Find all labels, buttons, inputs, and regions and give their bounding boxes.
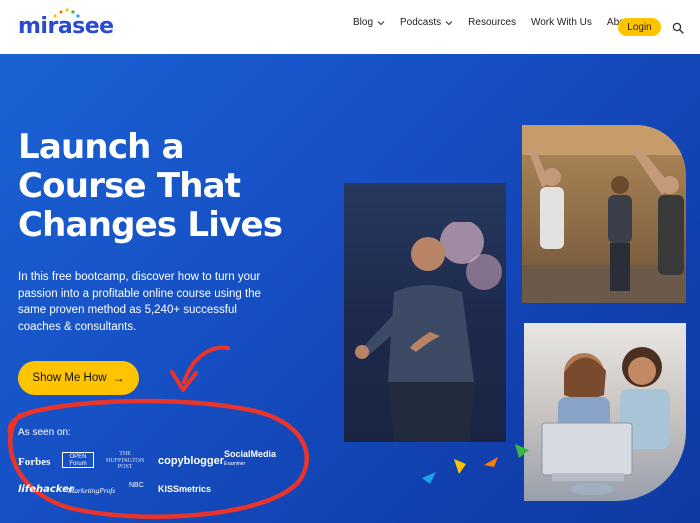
sme-sub: Examiner: [224, 461, 246, 467]
women-laptop-photo: [524, 323, 686, 501]
huff-line-3: POST: [117, 464, 133, 470]
audience-photo: [522, 125, 686, 303]
arrow-right-icon: →: [112, 371, 125, 385]
open-forum-top: OPEN: [69, 454, 87, 460]
headline-line-3: Changes Lives: [18, 205, 283, 245]
as-seen-on-heading: As seen on:: [18, 427, 71, 438]
mirasee-logo[interactable]: mirasee: [18, 8, 114, 39]
forbes-logo: Forbes: [18, 456, 51, 468]
speaker-photo: [344, 183, 506, 442]
nav-blog-label: Blog: [353, 17, 374, 28]
nav-podcasts[interactable]: Podcasts: [400, 17, 453, 28]
copyblogger-logo: copyblogger: [158, 455, 225, 467]
open-forum-bottom: Forum: [69, 461, 87, 467]
cta-label: Show Me How: [32, 372, 107, 384]
chevron-down-icon: [445, 20, 453, 25]
nav-blog[interactable]: Blog: [353, 17, 385, 28]
social-media-examiner-logo: SocialMedia Examiner: [224, 450, 276, 468]
site-header: mirasee Blog Podcasts Resources Work Wit…: [0, 0, 700, 54]
show-me-how-button[interactable]: Show Me How →: [18, 361, 139, 395]
nav-work-with-us-label: Work With Us: [530, 17, 592, 28]
nav-resources-label: Resources: [468, 17, 516, 28]
nav-podcasts-label: Podcasts: [400, 17, 442, 28]
subtext-line-4: coaches & consultants.: [18, 320, 137, 333]
sme-main: SocialMedia: [224, 449, 277, 459]
lifehacker-logo: lifehacker: [18, 484, 74, 495]
nav-work-with-us[interactable]: Work With Us: [531, 17, 592, 28]
huffington-post-logo: THE HUFFINGTON POST: [106, 451, 144, 471]
marketingprofs-logo: MarketingProfs: [68, 486, 116, 495]
open-forum-logo: OPEN Forum: [62, 452, 94, 468]
subtext-line-1: In this free bootcamp, discover how to t…: [18, 271, 261, 283]
headline-line-1: Launch a: [18, 127, 185, 167]
headline-line-2: Course That: [18, 166, 241, 206]
chevron-down-icon: [377, 20, 385, 25]
nav-resources[interactable]: Resources: [468, 17, 516, 28]
speaker-silhouette: [355, 222, 502, 442]
women-laptop-silhouette: [541, 347, 670, 495]
login-button[interactable]: Login: [618, 18, 661, 36]
audience-silhouette: [522, 125, 686, 303]
main-nav: Blog Podcasts Resources Work With Us Abo…: [353, 17, 648, 28]
subtext-line-3: same proven method as 5,240+ successful: [18, 304, 237, 316]
kissmetrics-logo: KISSmetrics: [158, 484, 212, 494]
search-icon[interactable]: [672, 22, 684, 34]
hero-headline: Launch a Course That Changes Lives: [18, 128, 328, 245]
hero-subtext: In this free bootcamp, discover how to t…: [18, 269, 308, 335]
subtext-line-2: passion into a profitable online course …: [18, 287, 261, 300]
nbc-logo: NBC: [129, 482, 144, 489]
logo-sparkle-icon: [53, 8, 80, 18]
